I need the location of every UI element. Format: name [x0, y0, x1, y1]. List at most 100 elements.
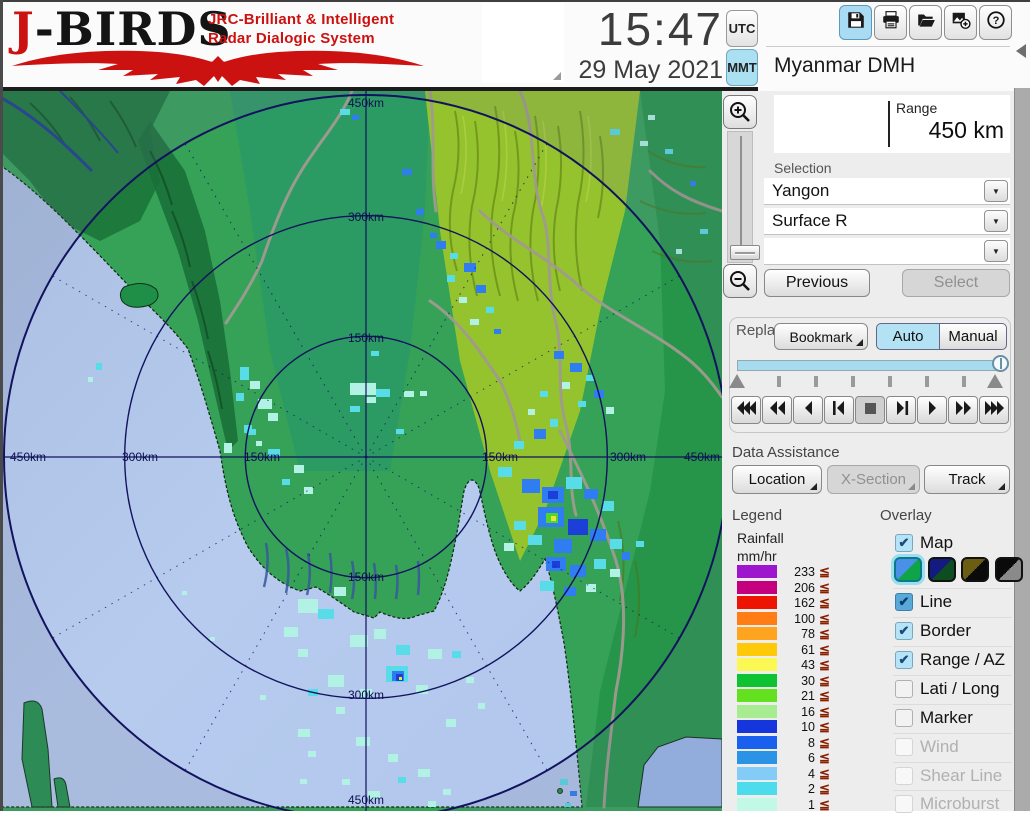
add-image-button[interactable] [944, 5, 977, 40]
radar-map[interactable]: 450km 300km 150km 150km 300km 450km 450k… [0, 91, 722, 811]
radar-echo [240, 367, 249, 380]
skip-to-start-button[interactable] [824, 396, 854, 424]
select-button[interactable]: Select [902, 269, 1010, 297]
print-button[interactable] [874, 5, 907, 40]
ring-label: 450km [348, 793, 384, 807]
legend-row: 61 ≦ [737, 642, 867, 657]
auto-button[interactable]: Auto [876, 323, 940, 350]
radar-echo [356, 737, 370, 746]
panel-collapse-icon[interactable] [1016, 44, 1026, 58]
overlay-item-label: Lati / Long [920, 679, 1000, 698]
replay-timeline-slider[interactable] [737, 360, 1002, 371]
map-style-swatch-4[interactable] [994, 557, 1023, 582]
stop-button[interactable] [855, 396, 885, 424]
checkbox[interactable] [895, 795, 913, 813]
legend-le-symbol: ≦ [819, 750, 830, 765]
map-style-swatch-3[interactable] [961, 557, 989, 582]
radar-echo [350, 635, 368, 647]
chevron-down-icon[interactable]: ▼ [984, 240, 1008, 262]
legend-color-swatch [737, 596, 777, 609]
track-button[interactable]: Track [924, 465, 1010, 494]
utc-button[interactable]: UTC [726, 10, 758, 47]
eagle-logo-icon [12, 50, 424, 86]
checkbox[interactable]: ✔ [895, 651, 913, 669]
open-folder-button[interactable] [909, 5, 942, 40]
zoom-slider-track[interactable] [727, 131, 760, 263]
radar-echo [570, 363, 582, 372]
help-button[interactable]: ? [979, 5, 1012, 40]
ring-label: 150km [348, 331, 384, 345]
zoom-in-button[interactable] [723, 95, 757, 129]
mmt-button[interactable]: MMT [726, 49, 758, 86]
legend-le-symbol: ≦ [819, 703, 830, 719]
menu-corner-icon [998, 483, 1005, 490]
radar-echo [636, 541, 644, 547]
fast-forward-2-button[interactable] [948, 396, 978, 424]
radar-echo [350, 406, 360, 412]
legend-le-symbol: ≦ [819, 657, 830, 672]
legend-row: 2 ≦ [737, 781, 867, 796]
legend-value: 78 [801, 627, 815, 641]
replay-slider-handle[interactable] [992, 355, 1009, 372]
checkbox[interactable] [895, 767, 913, 785]
overlay-item-shear-line: Shear Line [893, 762, 1012, 790]
zoom-slider-thumb[interactable] [730, 245, 760, 260]
replay-range-start-marker[interactable] [729, 374, 745, 388]
x-section-button[interactable]: X-Section [827, 465, 920, 494]
ring-label: 300km [610, 450, 646, 464]
window-left-border [0, 0, 3, 811]
selection-dropdown-3[interactable]: ▼ [764, 238, 1010, 265]
selection-dropdown-1[interactable]: Yangon ▼ [764, 178, 1010, 205]
legend-color-swatch [737, 735, 777, 749]
previous-button[interactable]: Previous [764, 269, 870, 297]
reverse-play-button[interactable] [793, 396, 823, 424]
ring-label: 150km [244, 450, 280, 464]
play-button[interactable] [917, 396, 947, 424]
chevron-down-icon[interactable]: ▼ [984, 180, 1008, 202]
radar-echo [428, 649, 442, 659]
overlay-item-microburst: Microburst [893, 790, 1012, 818]
save-button[interactable] [839, 5, 872, 40]
location-button[interactable]: Location [732, 465, 822, 494]
checkbox[interactable] [895, 680, 913, 698]
chevron-down-icon[interactable]: ▼ [984, 210, 1008, 232]
fast-rewind-2-button[interactable] [762, 396, 792, 424]
clock-time: 15:47 [597, 3, 723, 55]
legend-value: 1 [808, 797, 815, 812]
logo-subtitle-1: JRC-Brilliant & Intelligent [208, 11, 395, 28]
radar-echo [416, 209, 424, 215]
legend-title-units: mm/hr [737, 548, 777, 564]
bookmark-button[interactable]: Bookmark [774, 323, 868, 350]
radar-echo [402, 169, 412, 175]
radar-echo [504, 543, 514, 551]
checkbox[interactable]: ✔ [895, 593, 913, 611]
menu-corner-icon [908, 483, 915, 490]
checkbox[interactable] [895, 709, 913, 727]
map-style-swatch-2[interactable] [927, 557, 956, 582]
replay-range-end-marker[interactable] [987, 374, 1003, 388]
fast-forward-3-button[interactable] [979, 396, 1009, 424]
map-style-swatch-1[interactable] [894, 557, 922, 582]
radar-echo [256, 441, 262, 446]
legend-le-symbol: ≦ [819, 672, 830, 688]
skip-to-end-button[interactable] [886, 396, 916, 424]
radar-echo [298, 599, 318, 613]
radar-echo [464, 263, 476, 272]
checkbox[interactable]: ✔ [895, 622, 913, 640]
legend-value: 16 [801, 704, 815, 719]
checkbox[interactable]: ✔ [895, 534, 913, 552]
checkbox[interactable] [895, 738, 913, 756]
legend-color-swatch [737, 751, 777, 764]
manual-button[interactable]: Manual [939, 323, 1007, 350]
legend-value: 21 [801, 689, 815, 703]
legend-le-symbol: ≦ [819, 765, 830, 781]
radar-echo [308, 751, 316, 757]
fast-rewind-3-button[interactable] [731, 396, 761, 424]
legend-row: 16 ≦ [737, 703, 867, 719]
overlay-item-wind: Wind [893, 733, 1012, 761]
legend-value: 2 [808, 782, 815, 796]
radar-echo [446, 719, 456, 727]
radar-echo [318, 609, 334, 619]
zoom-out-button[interactable] [723, 264, 757, 298]
selection-dropdown-2[interactable]: Surface R ▼ [764, 208, 1010, 235]
